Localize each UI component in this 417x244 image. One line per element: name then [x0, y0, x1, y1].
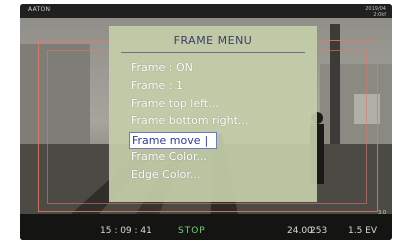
menu-item-frame-bottom-right[interactable]: Frame bottom right...	[131, 112, 248, 130]
record-state: STOP	[178, 226, 206, 236]
timecode: 15 : 09 : 41	[100, 226, 152, 236]
menu-item-label: Frame bottom right...	[131, 114, 249, 128]
exposure-value: 1.5 EV	[348, 226, 378, 236]
menu-item-label: Frame Color...	[131, 149, 207, 163]
frame-rate: 24.00	[287, 226, 313, 236]
brand-logo: AATON	[28, 6, 51, 13]
menu-title: FRAME MENU	[173, 34, 253, 47]
menu-item-frame-move[interactable]: Frame move |	[129, 132, 218, 150]
status-bar: 15 : 09 : 41 STOP 24.00 253 1.5 EV	[20, 224, 392, 240]
top-right-line: 2:0kf	[373, 12, 386, 18]
menu-item-frame-number[interactable]: Frame : 1	[131, 77, 248, 95]
menu-item-label: Edge Color...	[131, 167, 201, 181]
shutter-value: 253	[310, 226, 328, 236]
side-value: 3.0	[378, 210, 386, 216]
menu-item-row: Frame move |	[129, 130, 248, 150]
menu-list: Frame : ON Frame : 1 Frame top left... F…	[129, 59, 248, 184]
menu-item-label: Frame move	[132, 134, 201, 148]
menu-divider	[121, 52, 305, 53]
menu-item-label: Frame : 1	[131, 78, 183, 92]
selection-cursor-icon: |	[204, 134, 209, 148]
frame-menu-panel: FRAME MENU Frame : ON Frame : 1 Frame to…	[109, 26, 317, 202]
top-right-info: 2019/04 2:0kf	[365, 6, 386, 18]
camera-monitor-screen: AATON 2019/04 2:0kf FRAME MENU Frame : O…	[20, 4, 392, 240]
menu-item-edge-color[interactable]: Edge Color...	[131, 166, 248, 184]
menu-item-frame-top-left[interactable]: Frame top left...	[131, 95, 248, 113]
menu-item-frame-on[interactable]: Frame : ON	[131, 59, 248, 77]
menu-item-frame-color[interactable]: Frame Color...	[131, 148, 248, 166]
menu-item-label: Frame : ON	[131, 61, 193, 74]
menu-item-label: Frame top left...	[131, 96, 219, 110]
